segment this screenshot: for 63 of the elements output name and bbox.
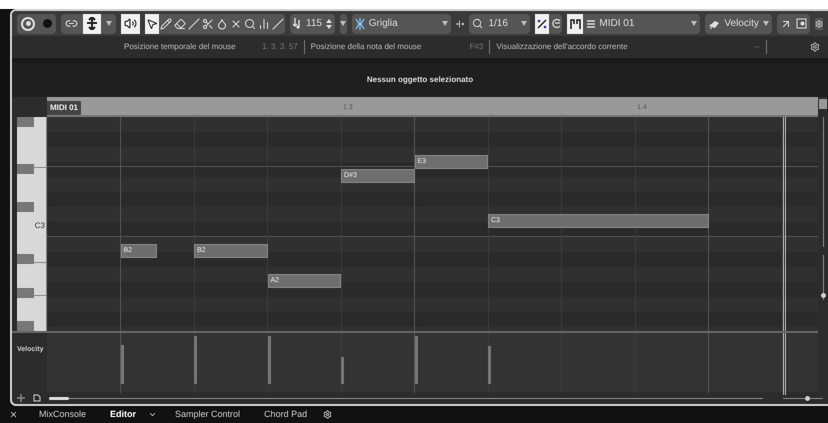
bars-icon [258,18,270,30]
end-marker-line[interactable] [783,117,786,331]
speaker-icon [124,17,137,30]
note-arrow-icon [293,18,302,29]
slider-thumb[interactable] [804,396,810,400]
plus-icon [17,394,25,402]
eraser-icon [174,18,186,30]
caret-icon[interactable] [148,410,158,419]
dropdown-caret-icon[interactable] [762,21,769,26]
settings-icon[interactable] [814,18,824,30]
quantize-dropdown[interactable]: 1/16 [469,14,530,34]
drip-icon [708,18,720,29]
tab[interactable]: Sampler Control [163,406,252,423]
slider-thumb[interactable] [820,293,826,298]
tab[interactable]: Editor [98,406,148,423]
tool-button[interactable] [145,14,159,34]
part-label: MIDI 01 [47,101,82,115]
dropdown-caret-icon[interactable] [106,21,112,26]
snap-icon [354,18,365,30]
info-value: 1. 3. 3. 57 [261,41,298,53]
slash-icon [272,18,284,30]
info-label: Posizione temporale del mouse [124,41,236,53]
vertical-scrollbar[interactable] [822,117,824,247]
snap-spacing-icon [456,18,464,28]
controller-dropdown[interactable]: Velocity [705,14,772,34]
tab[interactable]: Chord Pad [252,406,320,423]
toggle-button[interactable] [121,14,140,34]
part-list-button[interactable] [567,14,584,34]
line-icon [188,18,200,30]
snap-mode-dropdown[interactable]: Griglia [352,14,452,34]
toggle-button[interactable] [83,14,101,34]
search-icon [472,18,484,29]
page-icon [33,394,41,402]
dropdown-caret-icon[interactable] [340,21,346,26]
search-icon [244,18,256,30]
info-label: Posizione della nota del mouse [310,41,422,53]
info-value: -- [753,41,760,53]
pointer-icon [146,18,158,30]
fraction-icon [537,18,548,28]
scissors-icon [202,18,214,30]
x-icon [230,18,242,30]
end-marker-line[interactable] [783,333,786,395]
droplet-icon [216,18,228,30]
dropdown-caret-icon[interactable] [691,21,698,26]
dropdown-caret-icon[interactable] [521,21,528,26]
brackets-icon [570,18,581,28]
tab[interactable]: MixConsole [27,406,98,423]
stack-icon [586,18,596,28]
info-label: Visualizzazione dell'accordo corrente [496,41,628,53]
settings-icon[interactable] [323,410,332,419]
swirl-icon [551,18,562,29]
key-label: C3 [34,220,45,232]
stepper-icon[interactable] [326,18,332,28]
window-icon[interactable] [796,18,807,29]
pencil-icon [160,18,172,30]
iterative-quantize-button[interactable] [535,14,550,34]
arrows-icon [86,17,98,30]
status-message: Nessun oggetto selezionato [366,74,474,86]
close-icon[interactable] [9,410,18,419]
info-value: F#3 [468,41,484,53]
velocity-bar[interactable] [268,336,270,384]
settings-icon[interactable] [810,42,820,52]
dropdown-caret-icon[interactable] [442,21,448,26]
